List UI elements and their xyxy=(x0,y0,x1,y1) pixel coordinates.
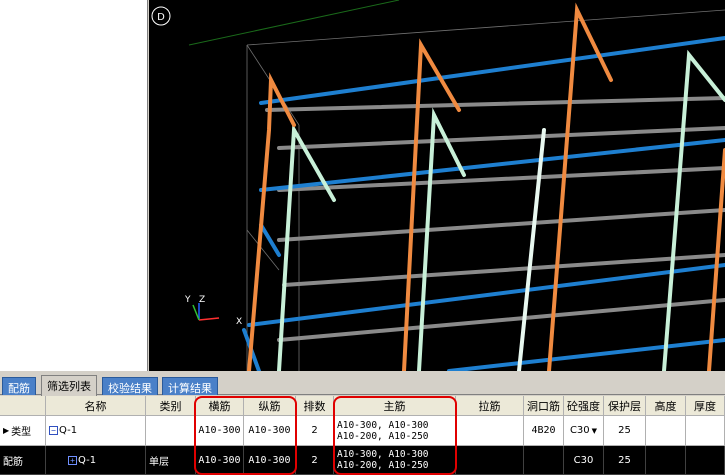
name-cell[interactable]: − Q-1 xyxy=(46,416,146,446)
name-value: Q-1 xyxy=(78,454,97,466)
opening-bar-cell[interactable]: 4B20 xyxy=(524,416,564,446)
category-cell[interactable] xyxy=(146,416,196,446)
rebar-blue-1 xyxy=(259,36,725,105)
tie-bar-cell[interactable] xyxy=(456,446,524,475)
main-bar-cell[interactable]: A10-300, A10-300 A10-200, A10-250 xyxy=(334,446,456,475)
axis-x-line xyxy=(198,317,220,321)
tie-bar-cell[interactable] xyxy=(456,416,524,446)
rebar-blue-4 xyxy=(247,263,725,327)
main-bar-line1: A10-300, A10-300 xyxy=(337,419,429,431)
axis-z-label: Z xyxy=(199,295,205,305)
collapse-icon[interactable]: − xyxy=(49,426,58,435)
header-rows-count: 排数 xyxy=(296,396,334,416)
tab-check-result[interactable]: 校验结果 xyxy=(102,377,158,395)
table-row-rebar[interactable]: 配筋 + Q-1 单层 A10-300 A10-300 2 A10-300, A1… xyxy=(0,446,725,475)
wire-edge-top xyxy=(246,9,725,46)
axis-line-green xyxy=(188,0,400,46)
cover-cell[interactable]: 25 xyxy=(604,416,646,446)
header-cover: 保护层 xyxy=(604,396,646,416)
concrete-grade-value: C30 xyxy=(569,425,590,436)
header-vertical-bar: 纵筋 xyxy=(244,396,296,416)
header-horizontal-bar: 横筋 xyxy=(196,396,244,416)
rebar-gray-4 xyxy=(277,208,725,242)
header-main-bar: 主筋 xyxy=(334,396,456,416)
header-opening-bar: 洞口筋 xyxy=(524,396,564,416)
table-header: 名称 类别 横筋 纵筋 排数 主筋 拉筋 洞口筋 砼强度 保护层 高度 厚度 xyxy=(0,396,725,416)
tab-bar: 配筋 筛选列表 校验结果 计算结果 xyxy=(0,375,725,396)
rebar-green-2 xyxy=(417,107,466,371)
height-cell[interactable] xyxy=(646,446,686,475)
concrete-grade-cell[interactable]: C30 xyxy=(564,446,604,475)
rebar-white-1 xyxy=(517,128,546,371)
3d-viewport[interactable]: D Y Z X xyxy=(149,0,725,371)
left-panel xyxy=(0,0,148,371)
rebar-gray-6 xyxy=(277,298,725,342)
rows-count-cell[interactable]: 2 xyxy=(296,416,334,446)
rows-count-cell[interactable]: 2 xyxy=(296,446,334,475)
tab-calc-result[interactable]: 计算结果 xyxy=(162,377,218,395)
axis-y-line xyxy=(192,304,200,321)
horizontal-bar-cell[interactable]: A10-300 xyxy=(196,416,244,446)
rebar-gray-5 xyxy=(282,253,725,287)
rebar-orange-2 xyxy=(402,38,461,371)
row-label: 类型 xyxy=(11,427,32,438)
horizontal-bar-cell[interactable]: A10-300 xyxy=(196,446,244,475)
rebar-3d-view: D Y Z X xyxy=(151,0,725,371)
header-name: 名称 xyxy=(46,396,146,416)
rebar-orange-4 xyxy=(707,148,725,371)
header-thickness: 厚度 xyxy=(686,396,725,416)
rebar-gray-2 xyxy=(277,126,725,150)
thickness-cell[interactable] xyxy=(686,446,725,475)
header-concrete-grade: 砼强度 xyxy=(564,396,604,416)
name-cell[interactable]: + Q-1 xyxy=(46,446,146,475)
tab-filter-list[interactable]: 筛选列表 xyxy=(41,375,97,396)
main-bar-line2: A10-200, A10-250 xyxy=(337,460,429,471)
vertical-bar-cell[interactable]: A10-300 xyxy=(244,416,296,446)
header-tie-bar: 拉筋 xyxy=(456,396,524,416)
name-value: Q-1 xyxy=(59,425,78,436)
header-category: 类别 xyxy=(146,396,196,416)
concrete-grade-cell[interactable]: C30 ▼ xyxy=(564,416,604,446)
rebar-gray-1 xyxy=(265,96,725,112)
opening-bar-cell[interactable] xyxy=(524,446,564,475)
cover-cell[interactable]: 25 xyxy=(604,446,646,475)
height-cell[interactable] xyxy=(646,416,686,446)
row-label-cell: 配筋 xyxy=(0,446,46,475)
tab-rebar[interactable]: 配筋 xyxy=(2,377,36,395)
row-label-cell: ▶ 类型 xyxy=(0,416,46,446)
axis-y-label: Y xyxy=(184,295,191,305)
main-bar-cell[interactable]: A10-300, A10-300 A10-200, A10-250 xyxy=(334,416,456,446)
header-row-label xyxy=(0,396,46,416)
main-bar-line2: A10-200, A10-250 xyxy=(337,430,429,442)
row-pointer-icon: ▶ xyxy=(3,426,10,435)
rebar-table: 名称 类别 横筋 纵筋 排数 主筋 拉筋 洞口筋 砼强度 保护层 高度 厚度 ▶… xyxy=(0,396,725,475)
main-bar-line1: A10-300, A10-300 xyxy=(337,449,429,460)
axis-x-label: X xyxy=(236,317,242,327)
category-cell[interactable]: 单层 xyxy=(146,446,196,475)
thickness-cell[interactable] xyxy=(686,416,725,446)
header-height: 高度 xyxy=(646,396,686,416)
view-badge-label: D xyxy=(157,12,165,23)
dropdown-arrow-icon[interactable]: ▼ xyxy=(592,427,597,435)
table-row-type[interactable]: ▶ 类型 − Q-1 A10-300 A10-300 2 A10-300, A10-… xyxy=(0,416,725,446)
vertical-bar-cell[interactable]: A10-300 xyxy=(244,446,296,475)
expand-icon[interactable]: + xyxy=(68,455,77,465)
rebar-blue-6 xyxy=(447,338,725,371)
